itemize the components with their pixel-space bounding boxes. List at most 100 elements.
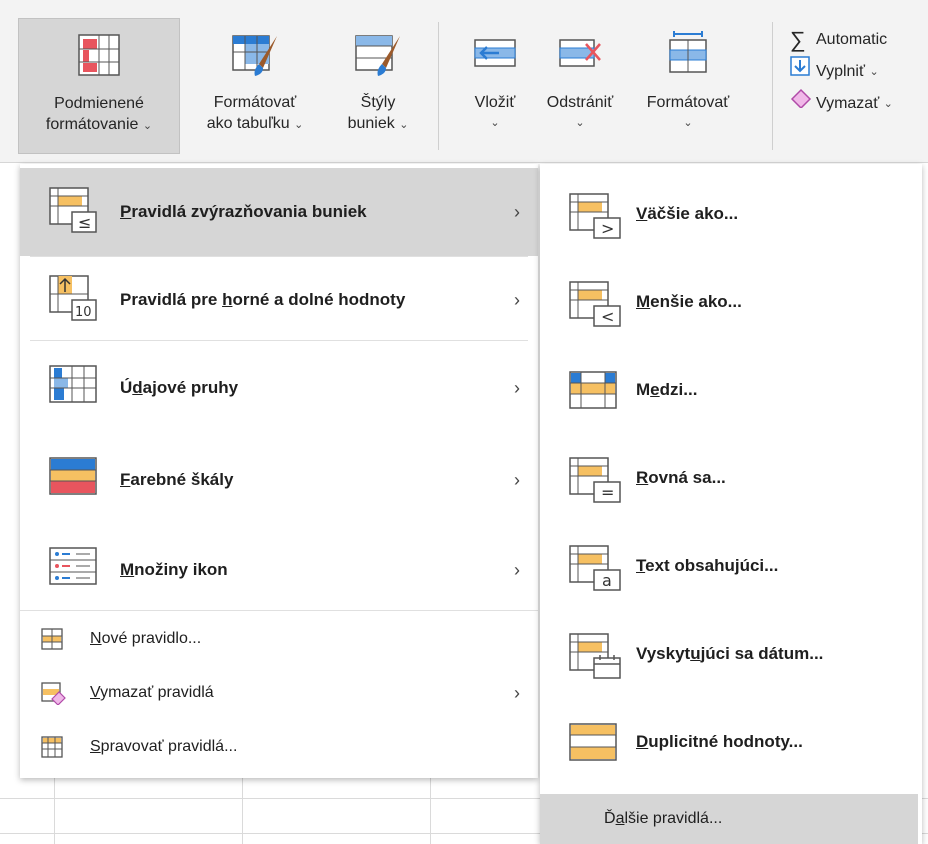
- conditional-label-line2: formátovanie: [45, 116, 139, 133]
- manage-rules-icon: [41, 736, 63, 758]
- submenu-item-text-contains[interactable]: a Text obsahujúci...: [540, 524, 922, 612]
- svg-text:=: =: [601, 483, 614, 502]
- chevron-down-icon: ⌄: [490, 117, 500, 129]
- menu-item-manage-rules[interactable]: Spravovať pravidlá...: [20, 720, 538, 774]
- submenu-item-label: Menšie ako...: [636, 292, 742, 311]
- fill-down-icon: [790, 56, 816, 88]
- chevron-down-icon: ⌄: [683, 117, 693, 129]
- cell-styles-button[interactable]: Štýly buniek ⌄: [330, 18, 426, 154]
- menu-item-label: Pravidlá pre horné a dolné hodnoty: [120, 290, 406, 309]
- delete-cells-icon: [559, 39, 601, 67]
- submenu-item-label: Ďalšie pravidlá...: [604, 810, 723, 827]
- format-cells-icon: [669, 31, 707, 73]
- chevron-down-icon: ⌄: [575, 117, 585, 129]
- conditional-label-line1: Podmienené: [54, 95, 144, 112]
- text-contains-icon: a: [569, 545, 621, 591]
- submenu-item-between[interactable]: Medzi...: [540, 348, 922, 436]
- submenu-item-label: Medzi...: [636, 380, 698, 399]
- fill-button[interactable]: Vyplniť ⌄: [790, 56, 893, 88]
- less-than-icon: <: [569, 281, 621, 327]
- submenu-item-date-occurring[interactable]: Vyskytujúci sa dátum...: [540, 612, 922, 700]
- clear-rules-icon: [41, 682, 66, 705]
- menu-item-highlight-cells-rules[interactable]: ≤ Pravidlá zvýrazňovania buniek ›: [20, 168, 538, 256]
- arrow-right-icon: ›: [514, 377, 520, 398]
- equal-to-icon: =: [569, 457, 621, 503]
- submenu-item-duplicate-values[interactable]: Duplicitné hodnoty...: [540, 700, 922, 788]
- top-bottom-rules-icon: 10: [49, 275, 97, 321]
- conditional-formatting-button[interactable]: Podmienené formátovanie ⌄: [18, 18, 180, 154]
- submenu-item-label: Vyskytujúci sa dátum...: [636, 644, 824, 663]
- menu-divider: [20, 610, 538, 611]
- menu-item-label: Množiny ikon: [120, 560, 228, 579]
- ribbon-separator: [772, 22, 773, 150]
- submenu-item-greater-than[interactable]: > Väčšie ako...: [540, 172, 922, 260]
- format-label: Formátovať: [646, 94, 730, 111]
- format-as-table-button[interactable]: Formátovať ako tabuľku ⌄: [180, 18, 330, 154]
- delete-button[interactable]: Odstrániť ⌄: [534, 18, 626, 154]
- cell-styles-label-line1: Štýly: [360, 94, 396, 111]
- arrow-right-icon: ›: [514, 289, 520, 310]
- submenu-item-equal-to[interactable]: = Rovná sa...: [540, 436, 922, 524]
- data-bars-icon: [49, 365, 97, 403]
- chevron-down-icon: ⌄: [869, 66, 879, 78]
- menu-item-label: Údajové pruhy: [120, 378, 239, 397]
- duplicate-values-icon: [569, 723, 617, 761]
- arrow-right-icon: ›: [514, 469, 520, 490]
- highlight-cells-submenu: > Väčšie ako... < Menšie ako... Medzi...: [540, 164, 922, 844]
- color-scales-icon: [49, 457, 97, 495]
- insert-label: Vložiť: [474, 94, 516, 111]
- chevron-down-icon: ⌄: [399, 119, 409, 131]
- chevron-down-icon: ⌄: [883, 98, 893, 110]
- svg-text:10: 10: [75, 305, 92, 320]
- delete-label: Odstrániť: [546, 94, 614, 111]
- eraser-icon: [790, 88, 816, 120]
- arrow-right-icon: ›: [514, 559, 520, 580]
- menu-item-clear-rules[interactable]: Vymazať pravidlá ›: [20, 666, 538, 720]
- menu-item-label: Nové pravidlo...: [90, 630, 202, 647]
- autosum-label: Automatic: [816, 31, 888, 48]
- ribbon-separator: [438, 22, 439, 150]
- format-button[interactable]: Formátovať ⌄: [632, 18, 744, 154]
- cell-styles-icon: [355, 35, 400, 76]
- submenu-item-less-than[interactable]: < Menšie ako...: [540, 260, 922, 348]
- svg-text:a: a: [602, 571, 612, 590]
- between-icon: [569, 371, 617, 409]
- menu-divider: [30, 340, 528, 341]
- clear-label: Vymazať: [816, 95, 880, 112]
- insert-cells-icon: [474, 39, 516, 67]
- submenu-item-label: Duplicitné hodnoty...: [636, 732, 803, 751]
- highlight-cells-icon: ≤: [49, 187, 97, 233]
- menu-item-label: Vymazať pravidlá: [90, 684, 214, 701]
- calendar-icon: [569, 633, 621, 679]
- menu-item-label: Spravovať pravidlá...: [90, 738, 238, 755]
- menu-item-new-rule[interactable]: Nové pravidlo...: [20, 612, 538, 666]
- sigma-icon: ∑: [790, 27, 806, 52]
- editing-group: ∑ Automatic Vyplniť ⌄ Vymazať ⌄: [790, 24, 893, 120]
- insert-button[interactable]: Vložiť ⌄: [456, 18, 534, 154]
- ribbon: Podmienené formátovanie ⌄ Formátovať ako…: [0, 0, 928, 163]
- autosum-button[interactable]: ∑ Automatic: [790, 24, 893, 56]
- format-table-label-line1: Formátovať: [213, 94, 297, 111]
- svg-text:≤: ≤: [78, 213, 91, 232]
- fill-label: Vyplniť: [816, 63, 865, 80]
- menu-item-label: Farebné škály: [120, 470, 234, 489]
- chevron-down-icon: ⌄: [142, 120, 153, 132]
- format-as-table-icon: [232, 35, 277, 76]
- menu-item-icon-sets[interactable]: Množiny ikon ›: [20, 526, 538, 614]
- menu-item-top-bottom-rules[interactable]: 10 Pravidlá pre horné a dolné hodnoty ›: [20, 256, 538, 344]
- greater-than-icon: >: [569, 193, 621, 239]
- clear-button[interactable]: Vymazať ⌄: [790, 88, 893, 120]
- menu-item-label: Pravidlá zvýrazňovania buniek: [120, 202, 367, 221]
- icon-sets-icon: [49, 547, 97, 585]
- submenu-item-more-rules[interactable]: Ďalšie pravidlá...: [540, 794, 918, 844]
- conditional-formatting-icon: [78, 34, 120, 76]
- menu-item-color-scales[interactable]: Farebné škály ›: [20, 436, 538, 524]
- submenu-item-label: Text obsahujúci...: [636, 556, 779, 575]
- svg-text:>: >: [601, 219, 614, 238]
- chevron-down-icon: ⌄: [294, 119, 304, 131]
- arrow-right-icon: ›: [514, 201, 520, 222]
- conditional-formatting-menu: ≤ Pravidlá zvýrazňovania buniek › 10 Pra…: [20, 164, 538, 778]
- menu-item-data-bars[interactable]: Údajové pruhy ›: [20, 344, 538, 432]
- new-rule-icon: [41, 628, 63, 650]
- cell-styles-label-line2: buniek: [347, 115, 395, 132]
